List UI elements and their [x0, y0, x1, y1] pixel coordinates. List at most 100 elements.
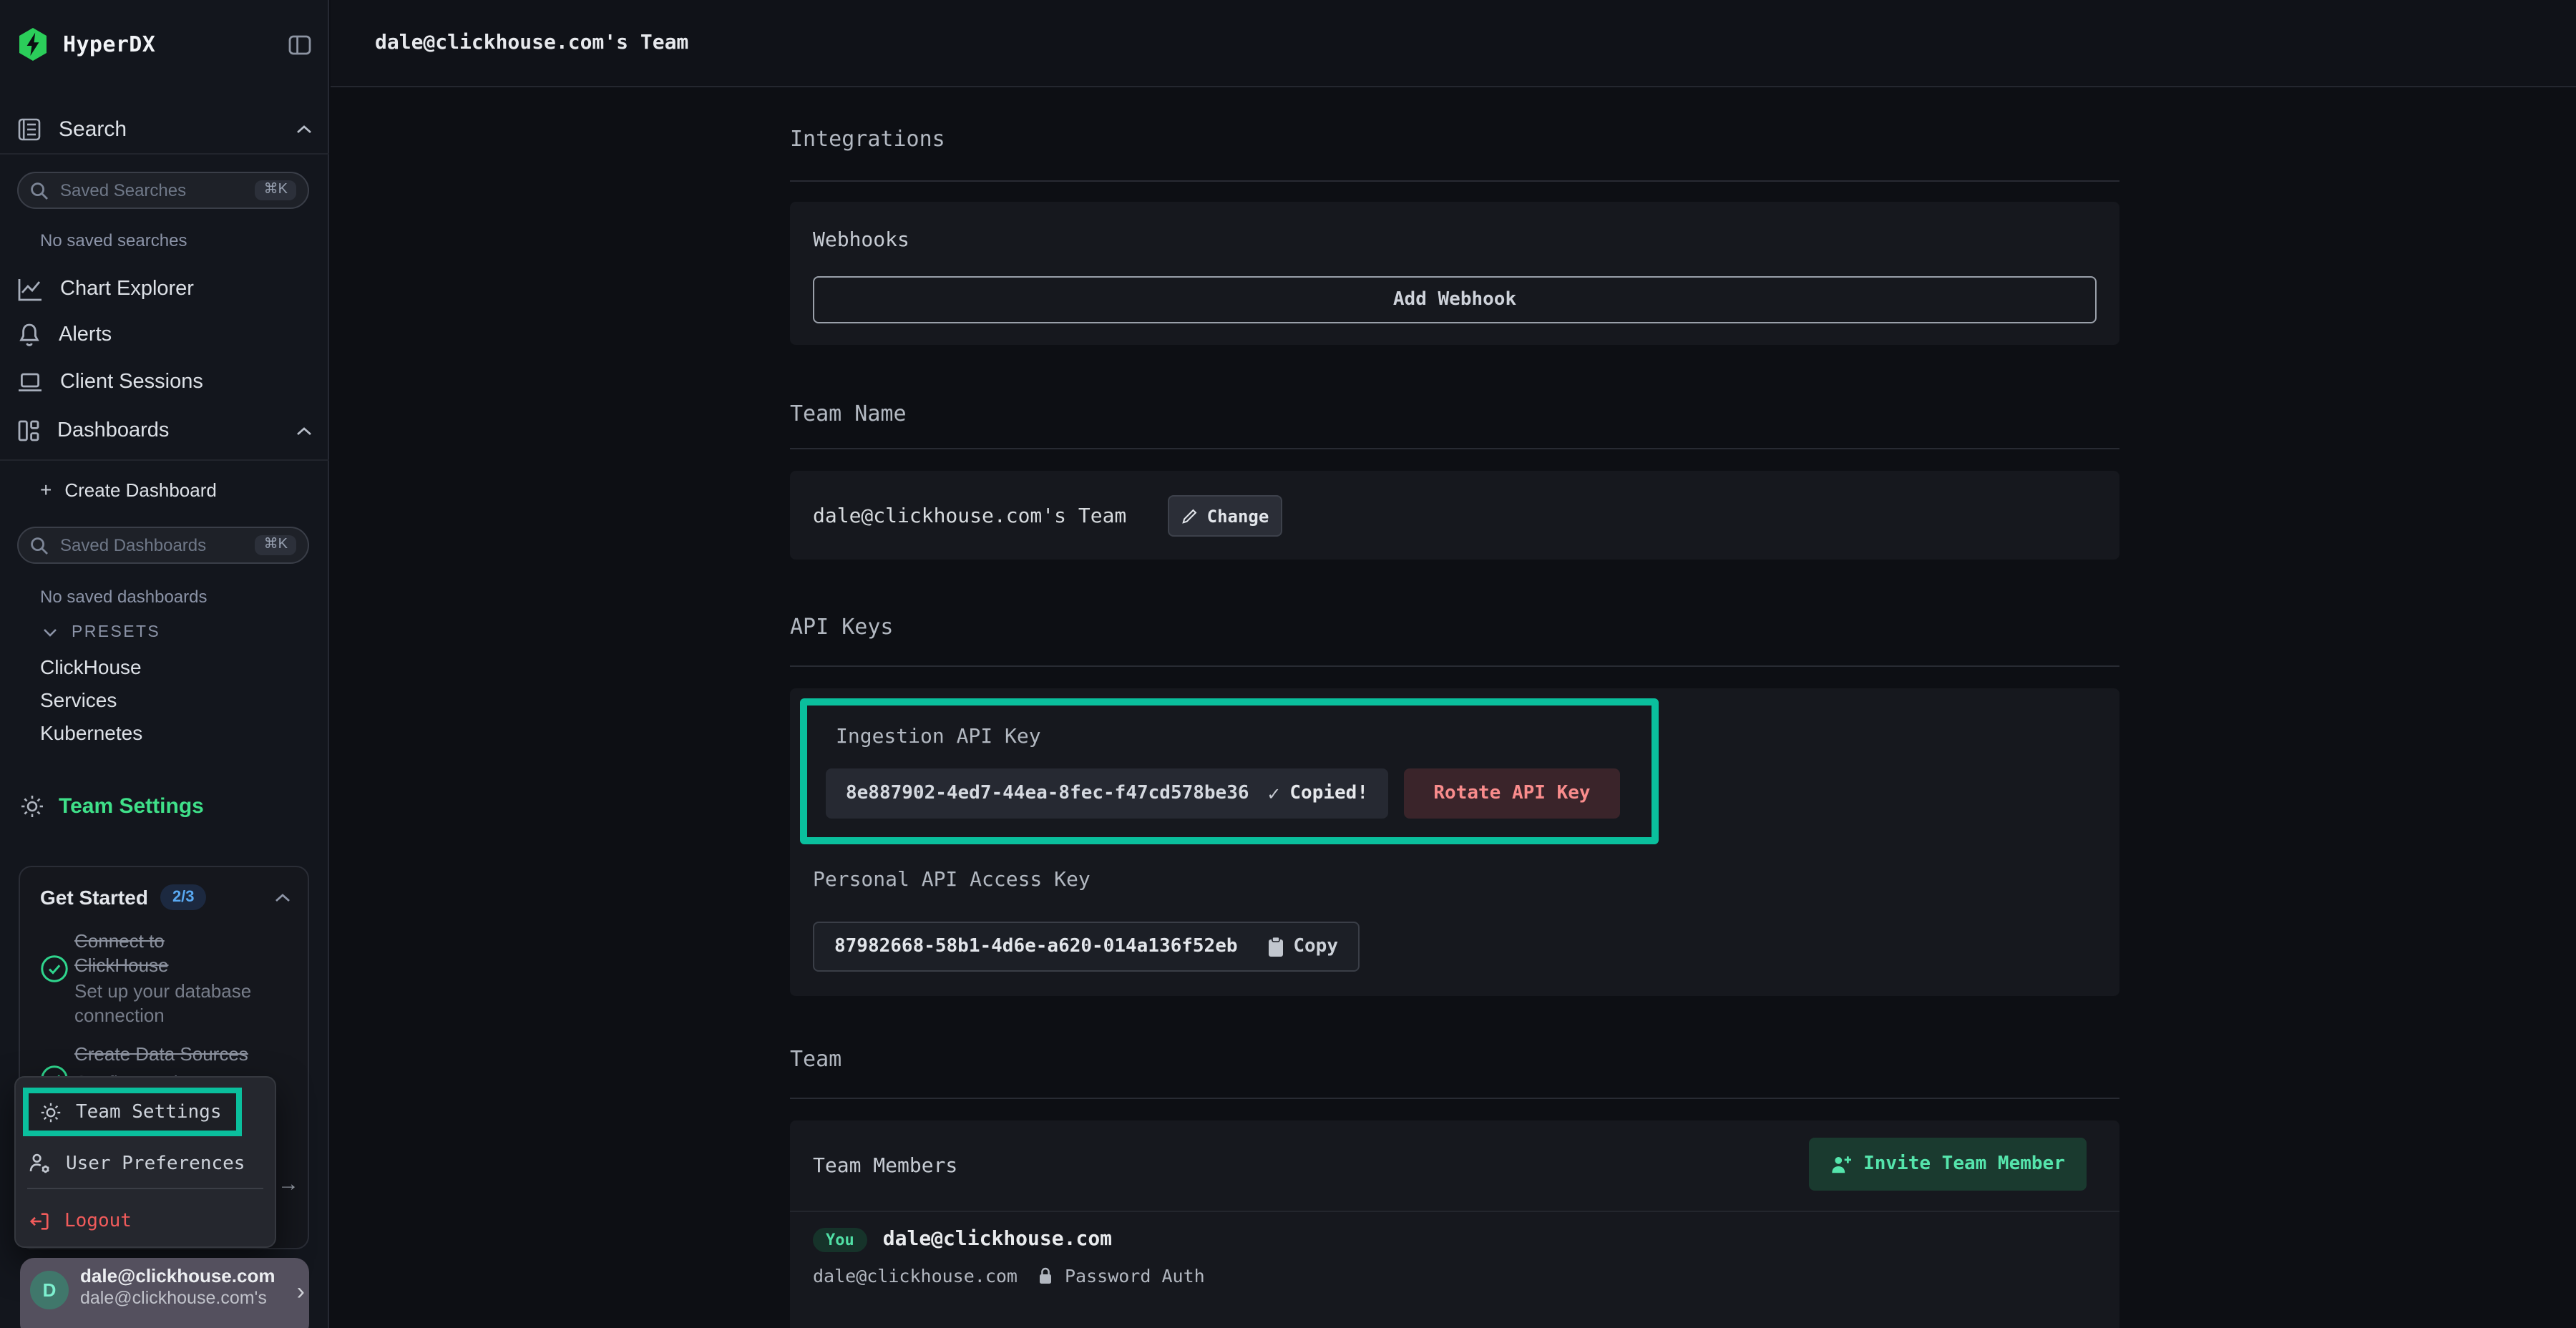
- arrow-right-icon[interactable]: →: [278, 1172, 299, 1196]
- saved-searches-input[interactable]: ⌘K: [17, 172, 309, 209]
- api-keys-heading: API Keys: [790, 614, 894, 640]
- highlight-box: Team Settings: [23, 1088, 242, 1136]
- sidebar: HyperDX Search: [0, 0, 329, 1328]
- check-icon: ✓: [1267, 783, 1281, 804]
- personal-key-chip[interactable]: 87982668-58b1-4d6e-a620-014a136f52eb Cop…: [813, 922, 1360, 972]
- pencil-icon: [1181, 507, 1199, 524]
- sidebar-section-search[interactable]: Search: [0, 106, 329, 152]
- user-gear-icon: [29, 1152, 52, 1175]
- personal-api-key-label: Personal API Access Key: [813, 869, 1091, 892]
- gear-icon: [20, 794, 44, 818]
- bell-icon: [17, 322, 42, 348]
- divider: [0, 459, 329, 461]
- menu-item-user-preferences[interactable]: User Preferences: [29, 1145, 245, 1182]
- shortcut-kbd: ⌘K: [255, 180, 296, 200]
- gear-icon: [40, 1101, 62, 1123]
- saved-searches-field[interactable]: [57, 179, 255, 202]
- webhooks-card: Webhooks Add Webhook: [790, 202, 2119, 345]
- sidebar-collapse-icon[interactable]: [288, 32, 312, 57]
- member-row: You dale@clickhouse.com: [813, 1224, 1112, 1255]
- dashboards-grid-icon: [17, 419, 40, 442]
- rotate-api-key-button[interactable]: Rotate API Key: [1404, 768, 1620, 819]
- divider: [790, 448, 2119, 449]
- api-keys-card: Ingestion API Key 8e887902-4ed7-44ea-8fe…: [790, 688, 2119, 996]
- chevron-up-icon[interactable]: [275, 892, 291, 902]
- logo-row: HyperDX: [0, 20, 329, 69]
- onboarding-item-connect[interactable]: Connect to ClickHouse Set up your databa…: [74, 929, 289, 1027]
- integrations-heading: Integrations: [790, 126, 945, 152]
- copy-action[interactable]: Copy: [1266, 936, 1338, 957]
- logout-icon: [29, 1210, 50, 1231]
- chart-icon: [17, 277, 43, 301]
- shortcut-kbd: ⌘K: [255, 535, 296, 555]
- you-badge: You: [813, 1227, 867, 1251]
- search-section-label: Search: [59, 117, 127, 141]
- divider: [790, 665, 2119, 667]
- search-section-icon: [17, 117, 42, 141]
- hyperdx-logo-icon: [17, 27, 49, 62]
- team-members-label: Team Members: [813, 1155, 957, 1178]
- member-email: dale@clickhouse.com: [813, 1264, 1018, 1286]
- preset-services[interactable]: Services: [0, 687, 329, 713]
- menu-item-logout[interactable]: Logout: [29, 1201, 132, 1241]
- divider: [0, 153, 329, 155]
- laptop-icon: [17, 371, 43, 394]
- team-heading: Team: [790, 1046, 841, 1072]
- divider: [790, 1098, 2119, 1099]
- divider: [790, 1211, 2119, 1212]
- webhooks-label: Webhooks: [813, 229, 909, 252]
- personal-key-value: 87982668-58b1-4d6e-a620-014a136f52eb: [834, 936, 1238, 957]
- menu-item-team-settings[interactable]: Team Settings: [29, 1093, 236, 1131]
- invite-team-member-button[interactable]: Invite Team Member: [1809, 1138, 2087, 1191]
- presets-toggle[interactable]: PRESETS: [0, 621, 329, 644]
- sidebar-item-alerts[interactable]: Alerts: [0, 315, 329, 355]
- app-root: HyperDX Search: [0, 0, 2576, 1328]
- progress-badge: 2/3: [161, 884, 206, 911]
- team-name-heading: Team Name: [790, 401, 907, 426]
- chevron-up-icon[interactable]: [296, 124, 312, 134]
- page-header: dale@clickhouse.com's Team: [331, 0, 2576, 87]
- chevron-right-icon: ›: [297, 1278, 305, 1307]
- ingestion-key-chip[interactable]: 8e887902-4ed7-44ea-8fec-f47cd578be36 ✓ C…: [826, 768, 1388, 819]
- user-menu-popup: Team Settings User Preferences: [14, 1076, 276, 1248]
- sidebar-item-client-sessions[interactable]: Client Sessions: [0, 362, 329, 402]
- team-name-value: dale@clickhouse.com's Team: [813, 505, 1126, 528]
- no-saved-dashboards: No saved dashboards: [0, 585, 329, 608]
- user-email: dale@clickhouse.com: [80, 1265, 275, 1286]
- team-name-card: dale@clickhouse.com's Team Change: [790, 471, 2119, 560]
- saved-dashboards-field[interactable]: [57, 534, 255, 557]
- sidebar-item-team-settings[interactable]: Team Settings: [0, 786, 329, 826]
- copied-status: ✓ Copied!: [1267, 783, 1368, 804]
- no-saved-searches: No saved searches: [0, 229, 329, 252]
- add-webhook-button[interactable]: Add Webhook: [813, 276, 2097, 323]
- change-team-name-button[interactable]: Change: [1168, 495, 1282, 537]
- create-dashboard-button[interactable]: + Create Dashboard: [0, 477, 329, 502]
- member-name: dale@clickhouse.com: [883, 1228, 1112, 1251]
- preset-clickhouse[interactable]: ClickHouse: [0, 654, 329, 680]
- ingestion-api-key-label: Ingestion API Key: [836, 726, 1041, 748]
- user-plus-icon: [1830, 1154, 1852, 1174]
- preset-kubernetes[interactable]: Kubernetes: [0, 720, 329, 746]
- member-detail-row: dale@clickhouse.com Password Auth: [813, 1262, 1205, 1288]
- sidebar-item-dashboards[interactable]: Dashboards: [0, 411, 329, 451]
- plus-icon: +: [40, 479, 52, 499]
- avatar: D: [30, 1271, 69, 1309]
- get-started-header[interactable]: Get Started 2/3: [40, 884, 291, 911]
- divider: [790, 180, 2119, 182]
- lock-icon: [1038, 1266, 1053, 1284]
- chevron-up-icon[interactable]: [296, 426, 312, 436]
- auth-method: Password Auth: [1065, 1264, 1205, 1286]
- team-card: Team Members Invite Team Member You dale…: [790, 1120, 2119, 1328]
- chevron-down-icon: [43, 628, 57, 637]
- sidebar-item-chart-explorer[interactable]: Chart Explorer: [0, 269, 329, 309]
- saved-dashboards-input[interactable]: ⌘K: [17, 527, 309, 564]
- search-icon: [30, 181, 49, 200]
- app-title: HyperDX: [63, 31, 155, 57]
- check-circle-icon: [40, 954, 69, 983]
- clipboard-icon: [1266, 936, 1284, 957]
- menu-divider: [27, 1188, 263, 1189]
- search-icon: [30, 536, 49, 555]
- team-settings-label: Team Settings: [59, 794, 204, 818]
- page-title: dale@clickhouse.com's Team: [375, 31, 688, 54]
- user-account-card[interactable]: D dale@clickhouse.com dale@clickhouse.co…: [20, 1258, 309, 1328]
